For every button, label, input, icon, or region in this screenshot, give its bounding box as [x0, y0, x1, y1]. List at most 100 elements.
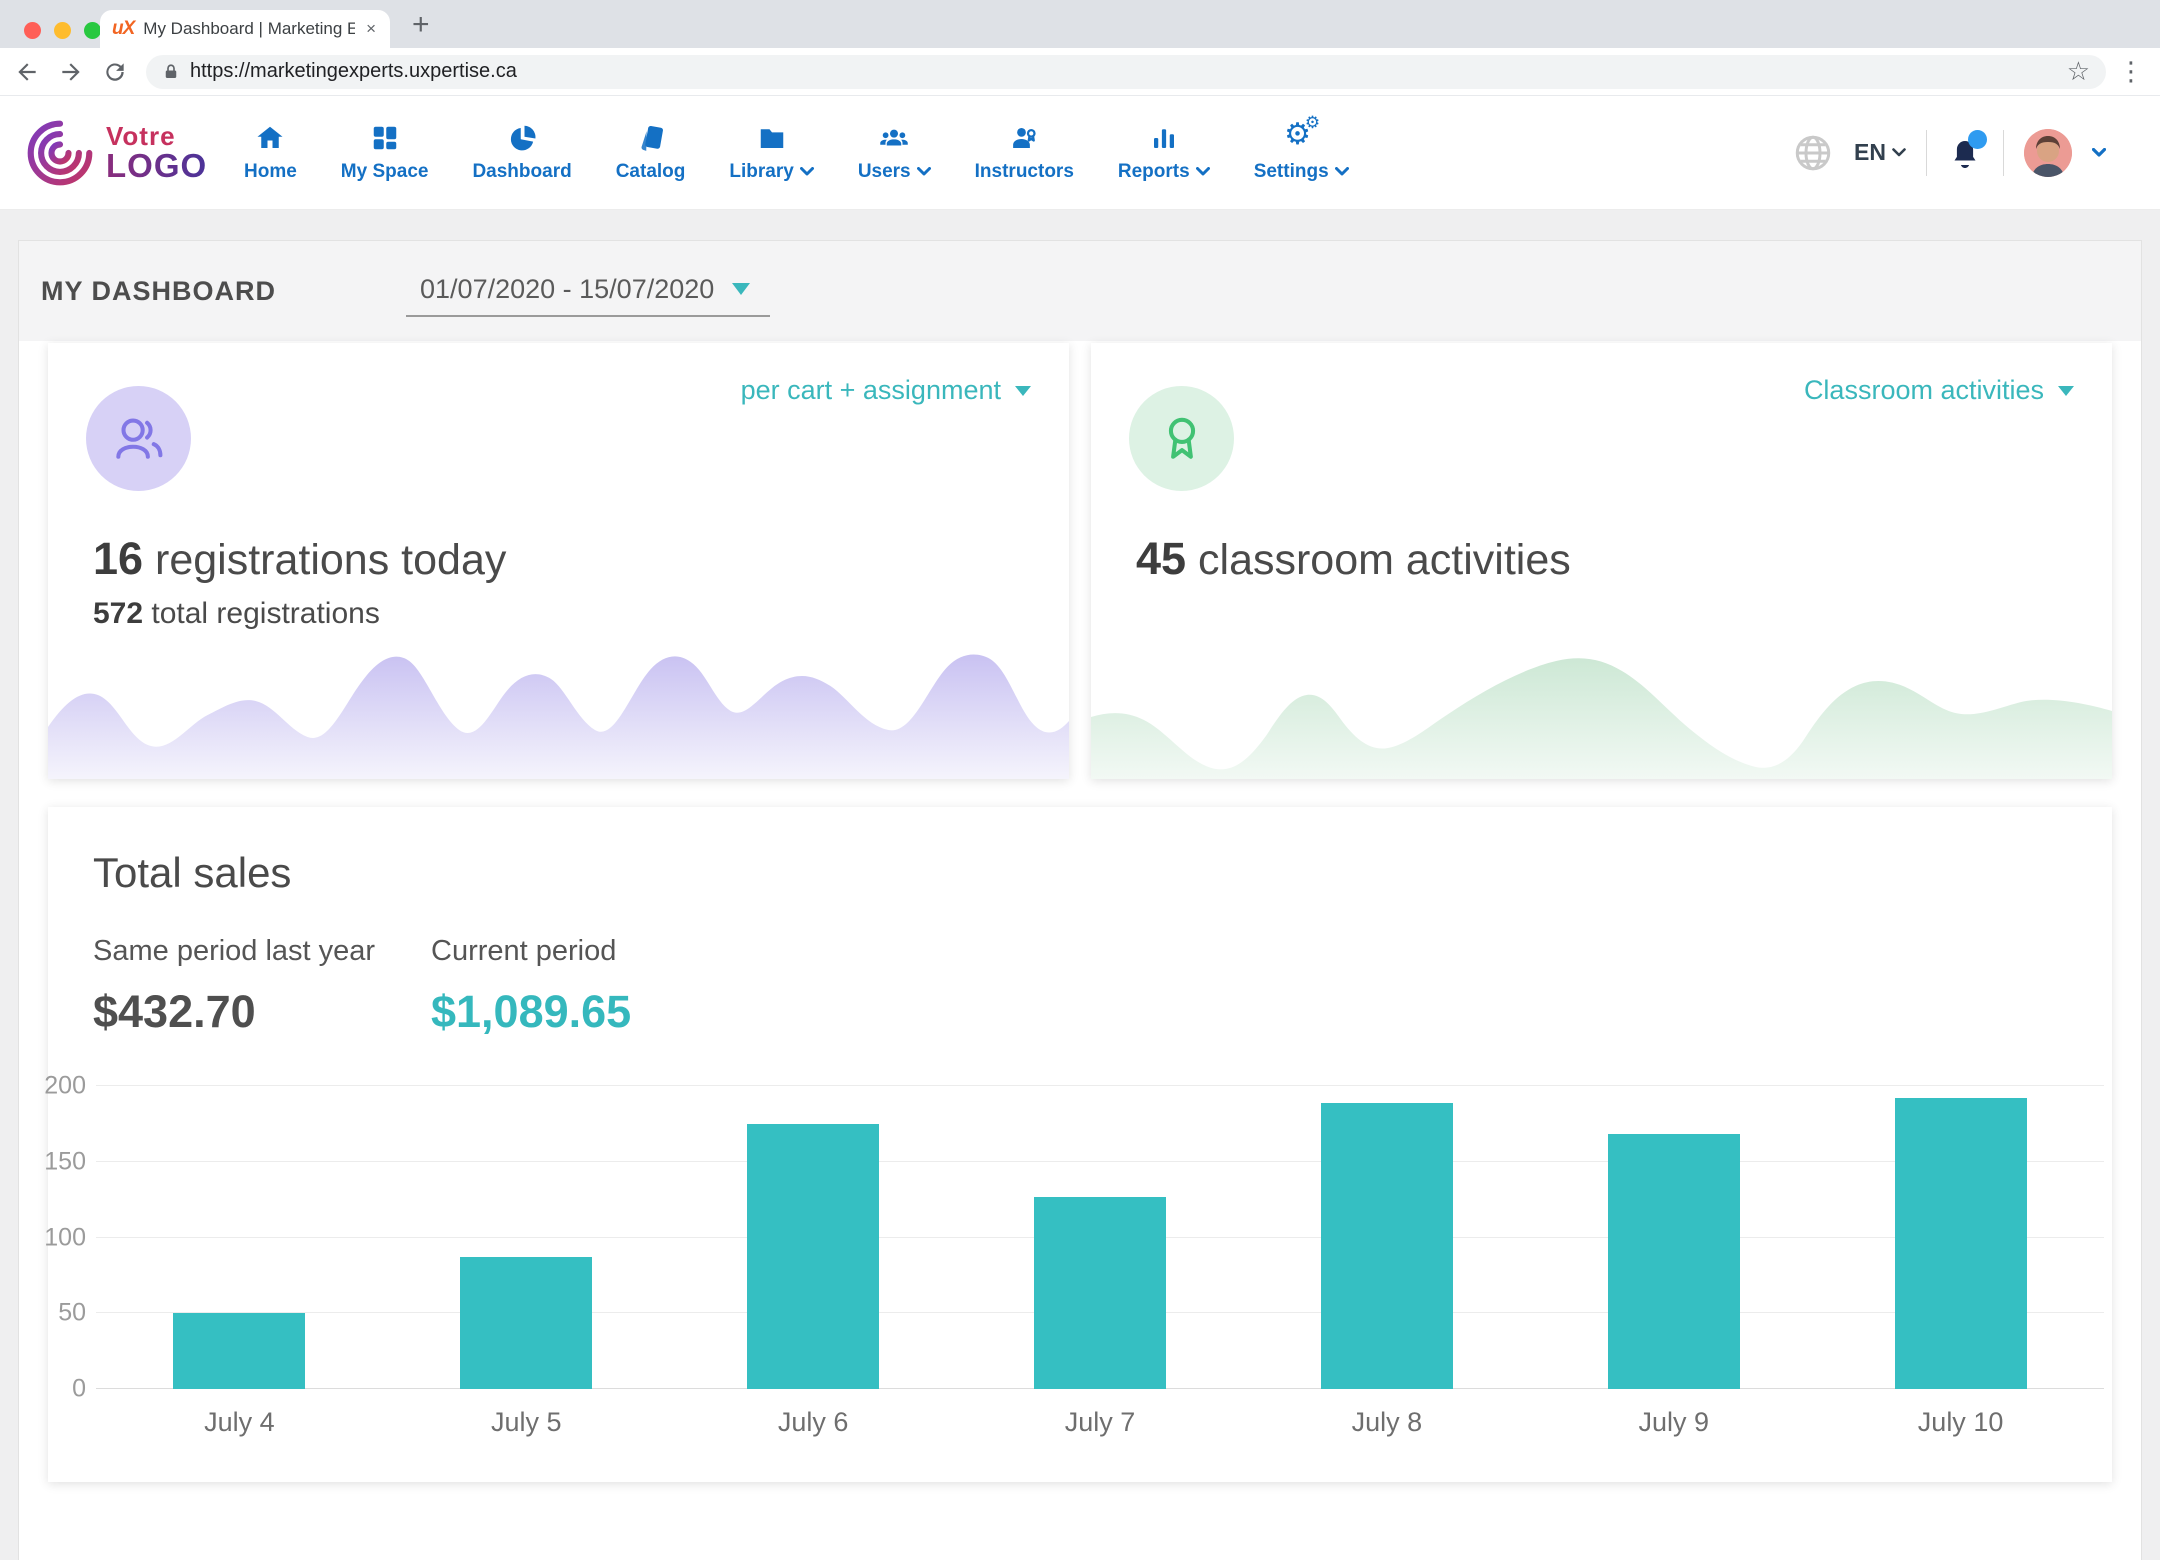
address-bar[interactable]: https://marketingexperts.uxpertise.ca ☆ — [146, 54, 2106, 89]
notifications-button[interactable] — [1947, 129, 1987, 172]
users-icon — [880, 129, 908, 145]
forward-icon — [62, 62, 80, 81]
home-icon — [257, 126, 283, 148]
new-tab-button[interactable]: + — [412, 8, 430, 42]
catalog-icon — [641, 125, 663, 151]
stat-cards-row: per cart + assignment 16 registrations t… — [48, 343, 2112, 779]
nav-item-home[interactable]: Home — [244, 123, 297, 183]
date-range-selector[interactable]: 01/07/2020 - 15/07/2020 — [406, 266, 771, 317]
previous-period-label: Same period last year — [93, 935, 376, 967]
nav-item-reports[interactable]: Reports — [1118, 123, 1210, 183]
x-tick-label: July 4 — [204, 1407, 275, 1437]
previous-period-value: $432.70 — [93, 986, 256, 1037]
sales-title: Total sales — [93, 849, 292, 896]
registrations-total: 572 total registrations — [93, 597, 380, 631]
sales-chart-plot: 0 50 100 150 200 — [44, 1072, 2104, 1403]
x-tick-label: July 8 — [1351, 1407, 1423, 1437]
x-tick-label: July 10 — [1917, 1407, 2004, 1437]
chevron-down-icon — [799, 167, 814, 176]
y-tick-label: 150 — [44, 1147, 86, 1176]
browser-tab[interactable]: uX My Dashboard | Marketing Ex... × — [100, 10, 390, 48]
chevron-down-icon — [1334, 167, 1349, 176]
reload-icon — [106, 62, 124, 81]
reload-button[interactable] — [98, 55, 132, 89]
folder-icon — [760, 128, 783, 148]
user-avatar[interactable] — [2024, 128, 2072, 177]
chevron-down-icon — [1892, 148, 1906, 157]
registrations-card: per cart + assignment 16 registrations t… — [48, 343, 1069, 779]
activities-sparkline — [1091, 658, 2112, 779]
dashboard-header: MY DASHBOARD 01/07/2020 - 15/07/2020 — [19, 241, 2141, 341]
window-close-button[interactable] — [24, 22, 41, 39]
bar-slot — [96, 1086, 383, 1389]
divider — [2003, 129, 2004, 176]
nav-item-dashboard[interactable]: Dashboard — [472, 123, 572, 183]
bookmark-star-icon[interactable]: ☆ — [2067, 59, 2090, 85]
registrations-label: registrations today — [143, 536, 507, 584]
current-period-value: $1,089.65 — [431, 986, 632, 1037]
users-outline-icon — [115, 418, 162, 459]
registrations-total-label: total registrations — [143, 597, 380, 630]
forward-button[interactable] — [54, 55, 88, 89]
language-label: EN — [1854, 139, 1886, 165]
activities-icon-circle — [1129, 386, 1234, 491]
brand-logo[interactable]: Votre LOGO — [26, 119, 226, 187]
logo-text: Votre LOGO — [106, 123, 207, 182]
navbar-right: EN — [1792, 128, 2134, 177]
main-menu: Home My Space Dashboard Catalog Library … — [244, 112, 1349, 183]
tab-close-icon[interactable]: × — [364, 19, 378, 39]
chevron-down-icon — [1195, 167, 1210, 176]
pie-chart-icon — [510, 125, 536, 150]
browser-menu-icon[interactable]: ⋮ — [2118, 57, 2144, 87]
chevron-down-icon — [916, 167, 931, 176]
bar-slot — [1243, 1086, 1530, 1389]
x-tick-label: July 7 — [1064, 1407, 1136, 1437]
logo-line2: LOGO — [106, 147, 208, 184]
nav-item-instructors[interactable]: Instructors — [975, 123, 1074, 183]
settings-gears-icon: ⚙ ⚙ — [1284, 112, 1321, 152]
back-button[interactable] — [10, 55, 44, 89]
date-range-value: 01/07/2020 - 15/07/2020 — [420, 273, 715, 304]
nav-item-users[interactable]: Users — [858, 123, 931, 183]
sales-bar-july-5 — [460, 1257, 593, 1389]
activities-headline: 45 classroom activities — [1136, 533, 1571, 585]
nav-label: Settings — [1253, 160, 1329, 182]
window-minimize-button[interactable] — [54, 22, 71, 39]
language-selector[interactable]: EN — [1854, 139, 1906, 166]
bar-chart-icon — [1153, 128, 1174, 148]
spiral-logo-icon — [27, 120, 93, 185]
activities-filter-dropdown[interactable]: Classroom activities — [1804, 375, 2074, 406]
nav-item-library[interactable]: Library — [729, 123, 814, 183]
sales-bar-july-8 — [1320, 1102, 1453, 1389]
app-navbar: Votre LOGO Home My Space Dashboard Catal… — [0, 96, 2160, 210]
current-period-label: Current period — [431, 935, 617, 967]
filter-label: per cart + assignment — [740, 375, 1001, 405]
sales-bar-july-4 — [173, 1313, 306, 1389]
dashboard-body: per cart + assignment 16 registrations t… — [19, 341, 2141, 1482]
sales-chart-xlabels: July 4 July 5 July 6 July 7 July 8 July 9 July… — [96, 1407, 2104, 1438]
nav-item-catalog[interactable]: Catalog — [616, 123, 685, 183]
nav-item-settings[interactable]: ⚙ ⚙ Settings — [1253, 112, 1349, 183]
window-maximize-button[interactable] — [84, 22, 101, 39]
user-menu-chevron-icon[interactable] — [2092, 148, 2106, 157]
y-tick-label: 0 — [72, 1374, 86, 1403]
y-tick-label: 50 — [58, 1298, 86, 1327]
nav-label: Instructors — [974, 160, 1074, 182]
page-title: MY DASHBOARD — [41, 275, 277, 306]
registrations-total-value: 572 — [93, 597, 144, 630]
y-tick-label: 200 — [44, 1071, 86, 1100]
url-text: https://marketingexperts.uxpertise.ca — [190, 60, 517, 82]
registrations-value: 16 — [93, 533, 144, 584]
sales-bar-july-10 — [1894, 1098, 2027, 1389]
bar-slot — [957, 1086, 1244, 1389]
page-background: MY DASHBOARD 01/07/2020 - 15/07/2020 per… — [0, 210, 2160, 1560]
instructor-icon — [1013, 127, 1036, 148]
sales-bar-july-9 — [1607, 1134, 1740, 1389]
dropdown-arrow-icon — [732, 283, 751, 295]
bar-slot — [670, 1086, 957, 1389]
nav-label: Library — [729, 160, 794, 182]
nav-item-my-space[interactable]: My Space — [341, 123, 428, 183]
browser-toolbar: https://marketingexperts.uxpertise.ca ☆ … — [0, 48, 2160, 96]
window-controls — [24, 22, 101, 39]
registrations-filter-dropdown[interactable]: per cart + assignment — [741, 375, 1031, 406]
